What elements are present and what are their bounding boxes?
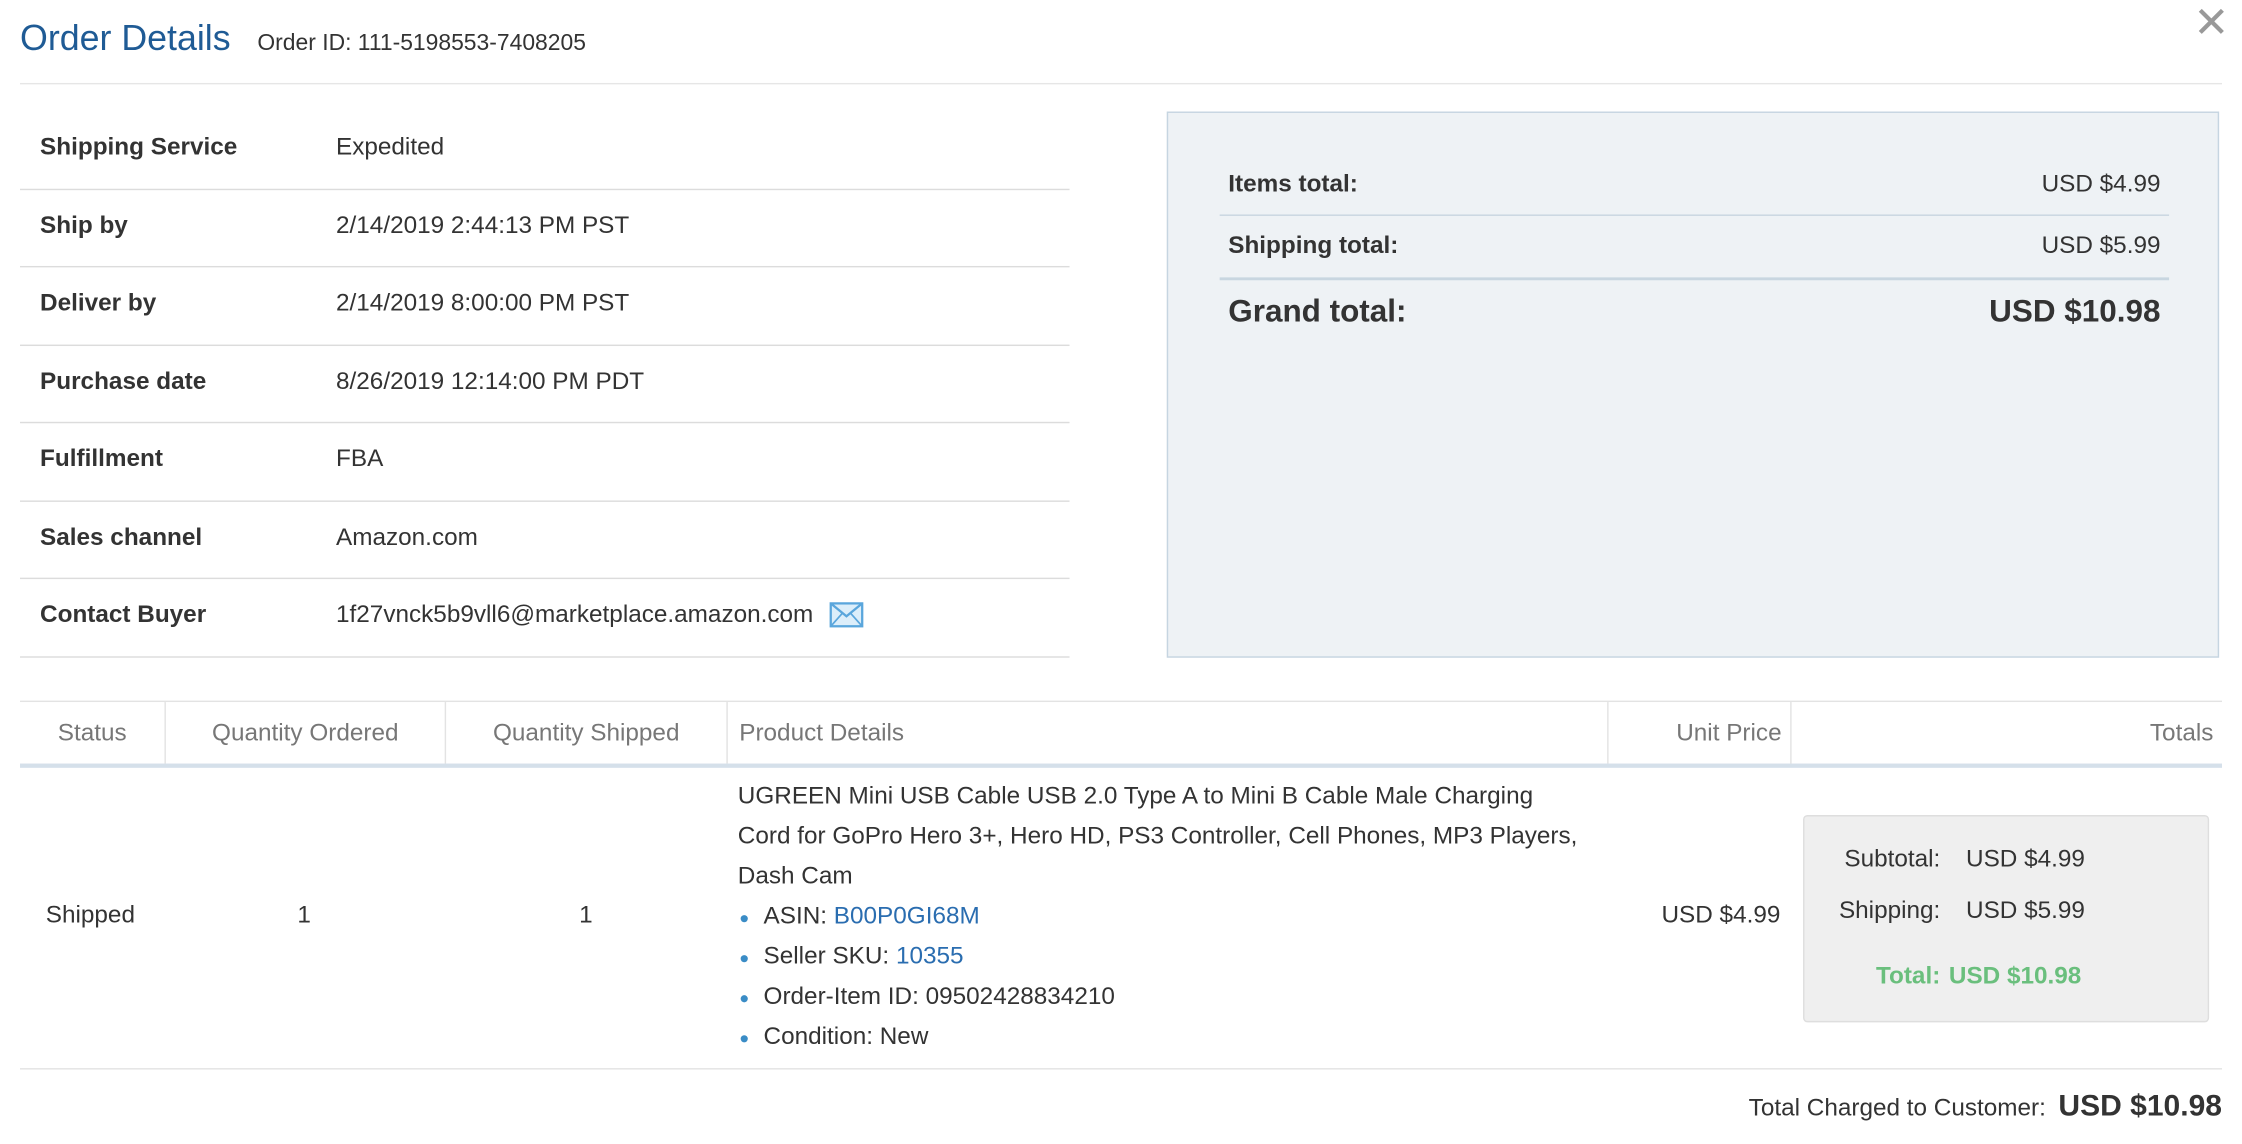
column-header-product-details[interactable]: Product Details xyxy=(726,702,1607,764)
table-row: Shipped 1 1 UGREEN Mini USB Cable USB 2.… xyxy=(20,768,2222,1070)
info-value: FBA xyxy=(336,444,384,472)
shipping-total-label: Shipping total: xyxy=(1228,231,1399,259)
grand-total-label: Grand total: xyxy=(1228,293,1407,329)
shipping-total-row: Shipping total: USD $5.99 xyxy=(1219,216,2170,281)
list-item: Seller SKU: 10355 xyxy=(738,937,1582,977)
product-details-cell: UGREEN Mini USB Cable USB 2.0 Type A to … xyxy=(738,776,1582,1056)
seller-sku-link[interactable]: 10355 xyxy=(896,942,964,969)
list-item: ASIN: B00P0GI68M xyxy=(738,897,1582,937)
total-label: Total: xyxy=(1875,962,1941,990)
order-item-id: Order-Item ID: 09502428834210 xyxy=(763,982,1115,1010)
column-header-status[interactable]: Status xyxy=(20,702,164,763)
asin-label: ASIN: xyxy=(763,902,828,930)
order-items-table: Status Quantity Ordered Quantity Shipped… xyxy=(20,700,2222,1070)
shipping-value: USD $5.99 xyxy=(1966,896,2085,924)
items-total-label: Items total: xyxy=(1228,170,1358,198)
subtotal-label: Subtotal: xyxy=(1844,845,1941,873)
info-value: 8/26/2019 12:14:00 PM PDT xyxy=(336,366,645,394)
info-row-shipping-service: Shipping Service Expedited xyxy=(20,112,1070,190)
condition: Condition: New xyxy=(763,1022,929,1050)
shipping-total-value: USD $5.99 xyxy=(2041,231,2161,259)
product-attributes-list: ASIN: B00P0GI68M Seller SKU: 10355 Order… xyxy=(738,897,1582,1057)
status-cell: Shipped xyxy=(45,900,135,928)
items-total-row: Items total: USD $4.99 xyxy=(1219,153,2170,216)
info-row-ship-by: Ship by 2/14/2019 2:44:13 PM PST xyxy=(20,189,1070,268)
list-item: Condition: New xyxy=(738,1017,1582,1057)
order-totals-summary: Items total: USD $4.99 Shipping total: U… xyxy=(1166,111,2220,658)
seller-sku-label: Seller SKU: xyxy=(763,942,890,970)
total-value: USD $10.98 xyxy=(1948,962,2082,990)
info-row-purchase-date: Purchase date 8/26/2019 12:14:00 PM PDT xyxy=(20,345,1070,424)
column-header-totals[interactable]: Totals xyxy=(1790,702,2222,764)
shipping-label: Shipping: xyxy=(1838,896,1941,924)
info-value: Expedited xyxy=(336,132,445,161)
info-row-sales-channel: Sales channel Amazon.com xyxy=(20,501,1070,580)
total-charged-label: Total Charged to Customer: xyxy=(1748,1093,2046,1122)
product-title: UGREEN Mini USB Cable USB 2.0 Type A to … xyxy=(737,782,1578,890)
order-id: Order ID: 111-5198553-7408205 xyxy=(257,31,586,56)
info-label: Ship by xyxy=(40,210,128,239)
info-row-contact-buyer: Contact Buyer 1f27vnck5b9vll6@marketplac… xyxy=(20,579,1070,658)
info-value: Amazon.com xyxy=(336,522,478,550)
order-details-dialog: Order Details Order ID: 111-5198553-7408… xyxy=(0,0,2242,1144)
info-value: 2/14/2019 2:44:13 PM PST xyxy=(336,210,630,239)
unit-price-cell: USD $4.99 xyxy=(1661,900,1781,928)
info-label: Purchase date xyxy=(40,366,207,394)
row-totals-box: Subtotal: USD $4.99 Shipping: USD $5.99 … xyxy=(1803,815,2210,1023)
info-label: Fulfillment xyxy=(40,444,163,472)
quantity-ordered-cell: 1 xyxy=(297,900,311,928)
total-charged: Total Charged to Customer: USD $10.98 xyxy=(1749,1090,2222,1124)
subtotal-value: USD $4.99 xyxy=(1966,845,2085,873)
asin-link[interactable]: B00P0GI68M xyxy=(834,902,980,929)
column-header-quantity-shipped[interactable]: Quantity Shipped xyxy=(444,702,727,764)
info-label: Contact Buyer xyxy=(40,600,207,628)
contact-buyer-value: 1f27vnck5b9vll6@marketplace.amazon.com xyxy=(336,601,863,635)
column-header-quantity-ordered[interactable]: Quantity Ordered xyxy=(164,702,444,764)
order-info-table: Shipping Service Expedited Ship by 2/14/… xyxy=(20,112,1070,658)
grand-total-row: Grand total: USD $10.98 xyxy=(1220,282,2169,343)
info-label: Sales channel xyxy=(40,522,203,550)
total-charged-value: USD $10.98 xyxy=(2058,1089,2222,1123)
envelope-icon[interactable] xyxy=(828,602,863,635)
table-header: Status Quantity Ordered Quantity Shipped… xyxy=(20,700,2222,768)
info-label: Deliver by xyxy=(40,288,157,316)
items-total-value: USD $4.99 xyxy=(2041,170,2161,198)
column-header-unit-price[interactable]: Unit Price xyxy=(1607,702,1790,764)
quantity-shipped-cell: 1 xyxy=(579,900,593,928)
close-icon[interactable]: ✕ xyxy=(2193,2,2229,46)
info-label: Shipping Service xyxy=(40,132,238,161)
info-value: 2/14/2019 8:00:00 PM PST xyxy=(336,288,630,316)
page-title: Order Details xyxy=(20,18,231,59)
buyer-email: 1f27vnck5b9vll6@marketplace.amazon.com xyxy=(336,600,814,628)
info-row-deliver-by: Deliver by 2/14/2019 8:00:00 PM PST xyxy=(20,267,1070,346)
info-row-fulfillment: Fulfillment FBA xyxy=(20,423,1070,502)
dialog-header: Order Details Order ID: 111-5198553-7408… xyxy=(20,0,2222,85)
list-item: Order-Item ID: 09502428834210 xyxy=(738,977,1582,1017)
grand-total-value: USD $10.98 xyxy=(1989,293,2161,329)
